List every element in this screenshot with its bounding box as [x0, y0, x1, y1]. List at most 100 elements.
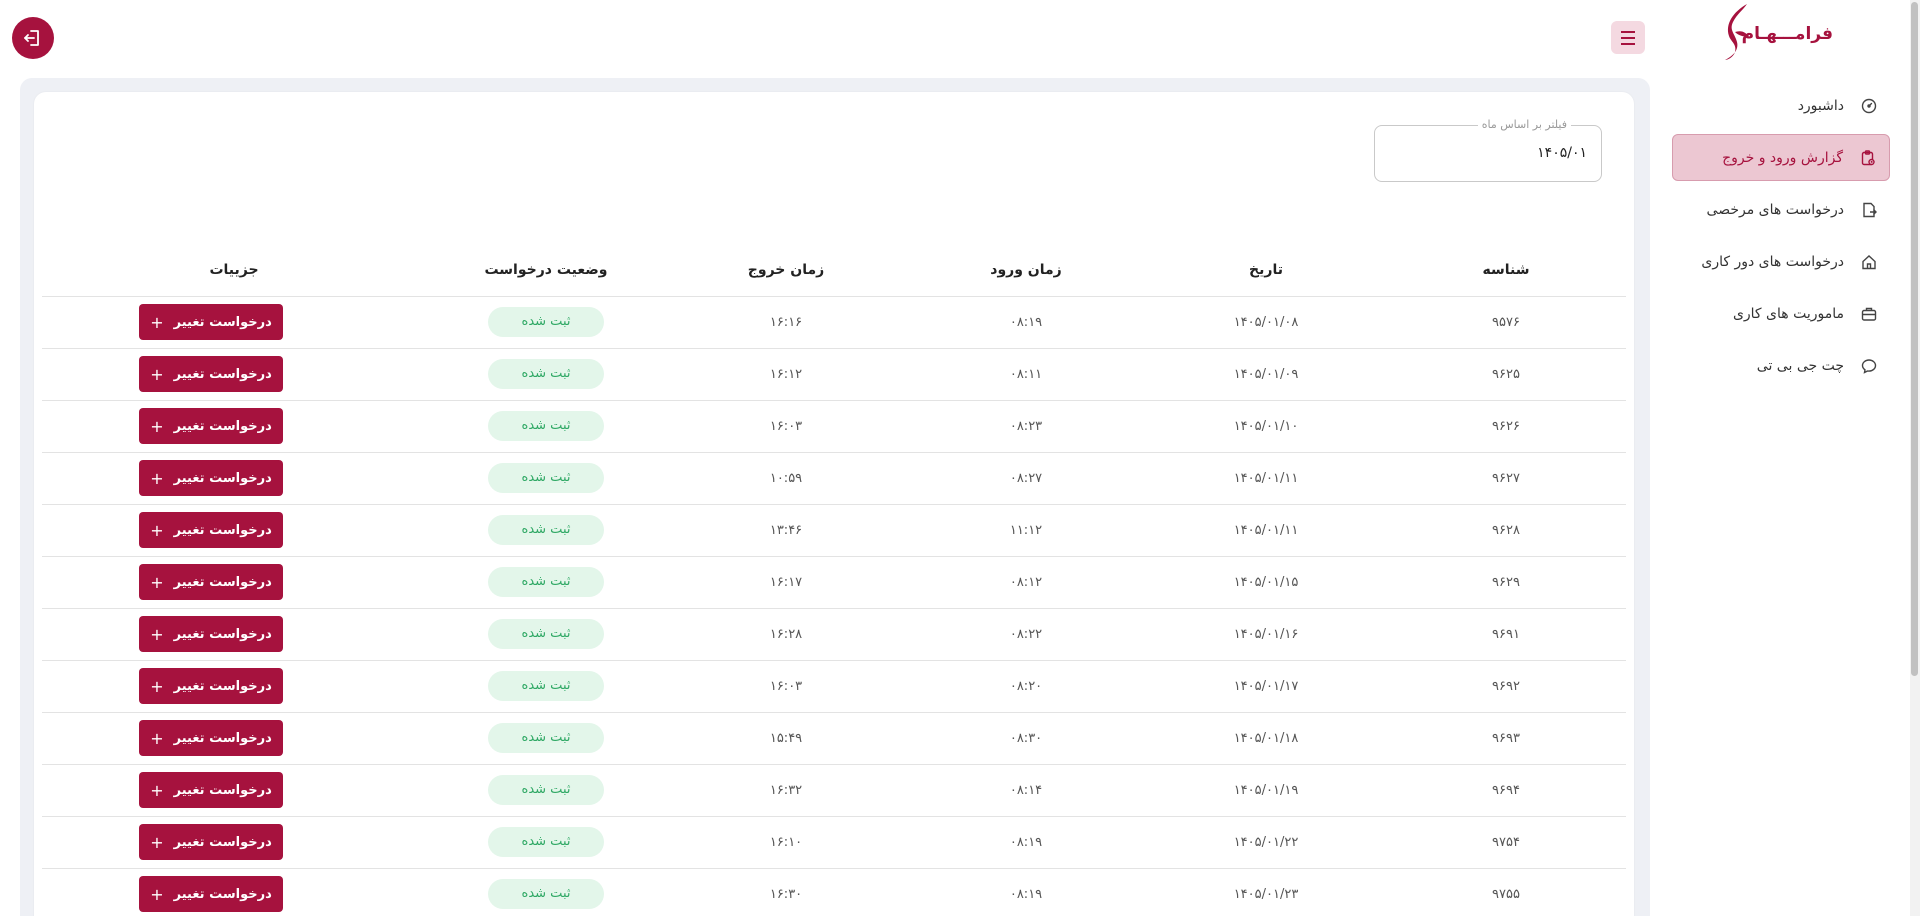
cell-id: ۹۵۷۶: [1386, 296, 1626, 349]
cell-details: درخواست تغییر +: [42, 816, 426, 869]
cell-date: ۱۴۰۵/۰۱/۱۵: [1146, 556, 1386, 609]
change-request-button[interactable]: درخواست تغییر +: [139, 876, 283, 912]
logo-text: فرامـــهـام: [1741, 24, 1833, 44]
cell-id: ۹۶۹۳: [1386, 712, 1626, 765]
change-request-label: درخواست تغییر: [173, 574, 272, 590]
change-request-button[interactable]: درخواست تغییر +: [139, 408, 283, 444]
plus-icon: +: [150, 884, 164, 904]
change-request-label: درخواست تغییر: [173, 366, 272, 382]
month-filter-input[interactable]: [1397, 145, 1587, 161]
status-badge: ثبت شده: [488, 775, 604, 805]
change-request-label: درخواست تغییر: [173, 678, 272, 694]
sidebar-item-label: گزارش ورود و خروج: [1722, 149, 1843, 166]
change-request-button[interactable]: درخواست تغییر +: [139, 512, 283, 548]
cell-date: ۱۴۰۵/۰۱/۱۱: [1146, 504, 1386, 557]
column-header-entry-time: زمان ورود: [906, 244, 1146, 297]
plus-icon: +: [150, 780, 164, 800]
change-request-button[interactable]: درخواست تغییر +: [139, 460, 283, 496]
column-header-details: جزییات: [42, 244, 426, 297]
menu-toggle-button[interactable]: [1611, 21, 1645, 54]
cell-date: ۱۴۰۵/۰۱/۱۱: [1146, 452, 1386, 505]
cell-date: ۱۴۰۵/۰۱/۱۶: [1146, 608, 1386, 661]
cell-exit-time: ۱۵:۴۹: [666, 712, 906, 765]
cell-date: ۱۴۰۵/۰۱/۱۹: [1146, 764, 1386, 817]
sidebar-item-attendance-report[interactable]: گزارش ورود و خروج: [1672, 134, 1890, 181]
cell-date: ۱۴۰۵/۰۱/۰۸: [1146, 296, 1386, 349]
change-request-button[interactable]: درخواست تغییر +: [139, 824, 283, 860]
cell-status: ثبت شده: [426, 452, 666, 505]
sidebar-item-leave-requests[interactable]: درخواست های مرخصی: [1672, 186, 1890, 233]
attendance-panel: فیلتر بر اساس ماه شناسه تاریخ زمان ورود …: [34, 92, 1634, 916]
sidebar-item-label: درخواست های دور کاری: [1701, 253, 1844, 270]
cell-details: درخواست تغییر +: [42, 712, 426, 765]
change-request-button[interactable]: درخواست تغییر +: [139, 720, 283, 756]
change-request-label: درخواست تغییر: [173, 418, 272, 434]
change-request-button[interactable]: درخواست تغییر +: [139, 304, 283, 340]
cell-id: ۹۶۲۷: [1386, 452, 1626, 505]
cell-status: ثبت شده: [426, 712, 666, 765]
cell-exit-time: ۱۶:۳۲: [666, 764, 906, 817]
cell-status: ثبت شده: [426, 816, 666, 869]
cell-exit-time: ۱۶:۰۳: [666, 660, 906, 713]
cell-entry-time: ۰۸:۳۰: [906, 712, 1146, 765]
plus-icon: +: [150, 364, 164, 384]
logout-button[interactable]: [12, 17, 54, 59]
plus-icon: +: [150, 520, 164, 540]
sidebar-item-dashboard[interactable]: داشبورد: [1672, 82, 1890, 129]
cell-entry-time: ۰۸:۱۲: [906, 556, 1146, 609]
cell-details: درخواست تغییر +: [42, 608, 426, 661]
status-badge: ثبت شده: [488, 515, 604, 545]
status-badge: ثبت شده: [488, 307, 604, 337]
table-header-row: شناسه تاریخ زمان ورود زمان خروج وضعیت در…: [42, 244, 1626, 297]
cell-entry-time: ۱۱:۱۲: [906, 504, 1146, 557]
sidebar-item-chatgpt[interactable]: چت جی بی تی: [1672, 342, 1890, 389]
change-request-button[interactable]: درخواست تغییر +: [139, 668, 283, 704]
attendance-table: شناسه تاریخ زمان ورود زمان خروج وضعیت در…: [42, 244, 1626, 916]
cell-date: ۱۴۰۵/۰۱/۲۳: [1146, 868, 1386, 916]
column-header-exit-time: زمان خروج: [666, 244, 906, 297]
scrollbar-thumb[interactable]: [1911, 2, 1918, 676]
change-request-label: درخواست تغییر: [173, 522, 272, 538]
table-row: ۹۵۷۶ ۱۴۰۵/۰۱/۰۸ ۰۸:۱۹ ۱۶:۱۶ ثبت شده درخواست ت…: [42, 296, 1626, 349]
sidebar-item-remote-work[interactable]: درخواست های دور کاری: [1672, 238, 1890, 285]
table-row: ۹۶۲۹ ۱۴۰۵/۰۱/۱۵ ۰۸:۱۲ ۱۶:۱۷ ثبت شده درخواست ت…: [42, 556, 1626, 609]
plus-icon: +: [150, 312, 164, 332]
cell-details: درخواست تغییر +: [42, 868, 426, 916]
cell-exit-time: ۱۶:۲۸: [666, 608, 906, 661]
change-request-label: درخواست تغییر: [173, 886, 272, 902]
change-request-button[interactable]: درخواست تغییر +: [139, 772, 283, 808]
table-row: ۹۶۹۲ ۱۴۰۵/۰۱/۱۷ ۰۸:۲۰ ۱۶:۰۳ ثبت شده درخواست ت…: [42, 660, 1626, 713]
cell-exit-time: ۱۶:۱۲: [666, 348, 906, 401]
change-request-button[interactable]: درخواست تغییر +: [139, 616, 283, 652]
cell-entry-time: ۰۸:۲۰: [906, 660, 1146, 713]
cell-entry-time: ۰۸:۲۳: [906, 400, 1146, 453]
cell-id: ۹۶۹۴: [1386, 764, 1626, 817]
cell-exit-time: ۱۶:۳۰: [666, 868, 906, 916]
change-request-button[interactable]: درخواست تغییر +: [139, 356, 283, 392]
month-filter[interactable]: فیلتر بر اساس ماه: [1374, 118, 1602, 182]
cell-status: ثبت شده: [426, 556, 666, 609]
cell-details: درخواست تغییر +: [42, 296, 426, 349]
cell-entry-time: ۰۸:۲۷: [906, 452, 1146, 505]
column-header-date: تاریخ: [1146, 244, 1386, 297]
cell-status: ثبت شده: [426, 608, 666, 661]
cell-status: ثبت شده: [426, 400, 666, 453]
cell-id: ۹۷۵۴: [1386, 816, 1626, 869]
cell-id: ۹۶۲۵: [1386, 348, 1626, 401]
status-badge: ثبت شده: [488, 567, 604, 597]
page-scrollbar[interactable]: [1910, 0, 1920, 916]
sidebar-item-work-missions[interactable]: ماموریت های کاری: [1672, 290, 1890, 337]
cell-entry-time: ۰۸:۱۹: [906, 296, 1146, 349]
status-badge: ثبت شده: [488, 359, 604, 389]
cell-details: درخواست تغییر +: [42, 504, 426, 557]
plus-icon: +: [150, 416, 164, 436]
month-filter-label: فیلتر بر اساس ماه: [1477, 118, 1571, 131]
cell-entry-time: ۰۸:۲۲: [906, 608, 1146, 661]
cell-entry-time: ۰۸:۱۹: [906, 868, 1146, 916]
briefcase-icon: [1860, 305, 1878, 323]
status-badge: ثبت شده: [488, 671, 604, 701]
change-request-button[interactable]: درخواست تغییر +: [139, 564, 283, 600]
cell-status: ثبت شده: [426, 348, 666, 401]
cell-exit-time: ۱۶:۱۰: [666, 816, 906, 869]
leave-request-icon: [1860, 201, 1878, 219]
